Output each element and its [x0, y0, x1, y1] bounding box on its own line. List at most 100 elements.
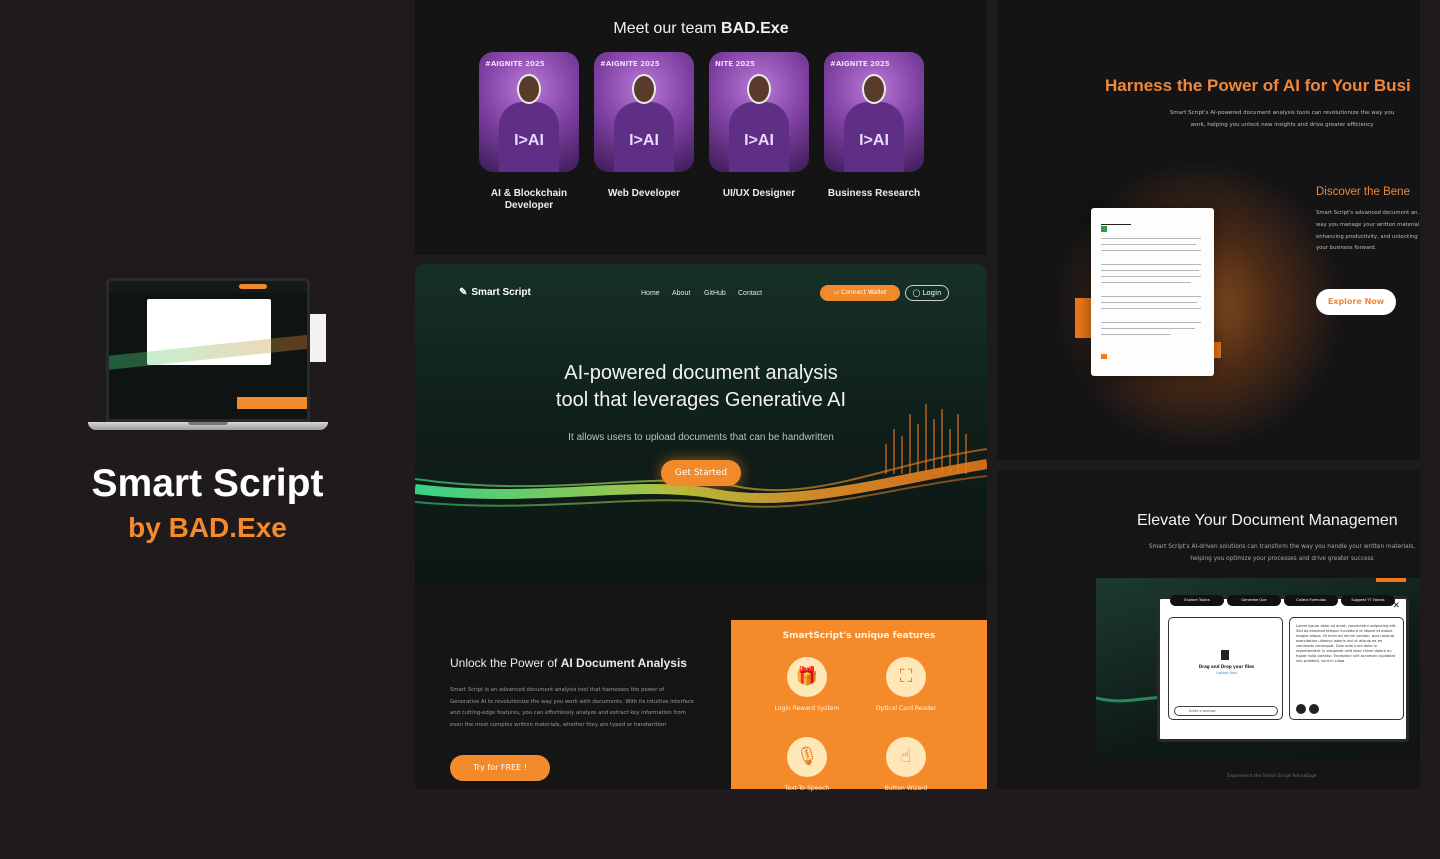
feature-label: Optical Card Reader: [875, 705, 937, 712]
team-member: #AIGNITE 2025 I>AI AI & Blockchain Devel…: [479, 52, 579, 212]
upload-dropzone[interactable]: Drag and Drop your files Upload files En…: [1168, 617, 1283, 720]
team-heading-prefix: Meet our team: [613, 20, 722, 37]
login-label: Login: [922, 289, 942, 297]
features-heading: SmartScript's unique features: [731, 631, 987, 641]
feature-item[interactable]: ⛶ Optical Card Reader: [856, 657, 956, 712]
member-role: AI & Blockchain Developer: [490, 188, 568, 211]
doc-line: [1101, 244, 1196, 245]
member-photo: #AIGNITE 2025 I>AI: [594, 52, 694, 172]
document-preview: [1091, 208, 1214, 376]
explore-now-button[interactable]: Explore Now: [1316, 289, 1396, 315]
pointer-icon: ☝: [886, 737, 926, 777]
doc-line: [1101, 238, 1201, 239]
unlock-paragraph: Smart Script is an advanced document ana…: [450, 687, 694, 728]
member-photo: #AIGNITE 2025 I>AI: [824, 52, 924, 172]
hoodie-text: I>AI: [744, 132, 774, 149]
wallet-icon: ▭: [833, 289, 842, 296]
member-role: Web Developer: [607, 188, 681, 199]
feature-label: Button Wizard: [884, 785, 928, 792]
doc-line: [1101, 308, 1201, 309]
result-text: Lorem ipsum dolor sit amet, consectetur …: [1296, 624, 1397, 663]
team-heading-bold: BAD.Exe: [721, 20, 789, 37]
photo-tag: #AIGNITE 2025: [830, 60, 890, 68]
harness-heading: Harness the Power of AI for Your Busi: [1105, 76, 1411, 95]
try-free-button[interactable]: Try for FREE !: [450, 755, 550, 781]
explore-topics-button[interactable]: Explore Topics: [1170, 595, 1224, 606]
scan-icon: ⛶: [886, 657, 926, 697]
doc-badge: [1101, 226, 1107, 232]
stop-icon[interactable]: [1309, 704, 1319, 714]
connect-wallet-button[interactable]: ▭ Connect Wallet: [820, 285, 900, 301]
discover-paragraph: Smart Script's advanced document an... w…: [1316, 210, 1420, 252]
play-icon[interactable]: [1296, 704, 1306, 714]
photo-tag: NITE 2025: [715, 60, 755, 68]
speech-icon: 🎙: [787, 737, 827, 777]
hoodie-text: I>AI: [859, 132, 889, 149]
doc-line: [1101, 334, 1171, 335]
get-started-button[interactable]: Get Started: [661, 460, 741, 486]
doc-line: [1101, 224, 1131, 225]
generate-questions-button[interactable]: Generate Que: [1227, 595, 1281, 606]
nav-link-github[interactable]: GitHub: [704, 290, 726, 297]
upload-link[interactable]: Upload files: [1169, 671, 1284, 675]
brand-byline: by BAD.Exe: [0, 512, 415, 544]
photo-head: [517, 74, 541, 104]
hoodie-text: I>AI: [514, 132, 544, 149]
member-photo: NITE 2025 I>AI: [709, 52, 809, 172]
member-role: UI/UX Designer: [722, 188, 796, 199]
site-logo-text: Smart Script: [471, 287, 531, 298]
doc-line: [1101, 264, 1201, 265]
feature-label: Text-To-Speech: [784, 785, 830, 792]
photo-head: [862, 74, 886, 104]
hero-navbar: ✎ Smart Script Home About GitHub Contact …: [415, 284, 987, 304]
laptop-screen: [106, 278, 310, 422]
hero-section: ✎ Smart Script Home About GitHub Contact …: [415, 264, 987, 582]
features-heading-rest: 's unique features: [843, 631, 936, 641]
doc-line: [1101, 302, 1197, 303]
discover-heading: Discover the Bene: [1316, 186, 1410, 198]
feature-item[interactable]: 🎁 Login Reward System: [757, 657, 857, 712]
elevate-paragraph: Smart Script's AI-driven solutions can t…: [1148, 544, 1416, 562]
elevate-footer: Experience the Smart Script Advantage: [1227, 774, 1317, 779]
login-button[interactable]: ◯ Login: [905, 285, 949, 301]
file-icon: [1221, 650, 1229, 660]
features-panel: SmartScript's unique features 🎁 Login Re…: [731, 620, 987, 792]
doc-line: [1101, 322, 1201, 323]
photo-head: [747, 74, 771, 104]
document-modal: ✕ Drag and Drop your files Upload files …: [1157, 596, 1409, 742]
doc-line: [1101, 276, 1201, 277]
team-heading: Meet our team BAD.Exe: [415, 20, 987, 38]
site-logo[interactable]: ✎ Smart Script: [459, 287, 531, 298]
suggest-videos-button[interactable]: Suggest YT Videos: [1341, 595, 1395, 606]
nav-link-contact[interactable]: Contact: [738, 290, 762, 297]
team-member: NITE 2025 I>AI UI/UX Designer: [709, 52, 809, 200]
collect-formulas-button[interactable]: Collect Formulas: [1284, 595, 1338, 606]
photo-tag: #AIGNITE 2025: [600, 60, 660, 68]
doc-line: [1101, 270, 1199, 271]
connect-wallet-label: Connect Wallet: [841, 289, 887, 296]
laptop-notch: [188, 422, 228, 425]
brand-title: Smart Script: [91, 462, 324, 505]
doc-line: [1101, 282, 1191, 283]
hoodie-text: I>AI: [629, 132, 659, 149]
photo-head: [632, 74, 656, 104]
doc-line: [1101, 296, 1201, 297]
feature-item[interactable]: 🎙 Text-To-Speech: [757, 737, 857, 792]
hero-subtitle: It allows users to upload documents that…: [568, 432, 834, 443]
elevate-section: Elevate Your Document Managemen Smart Sc…: [997, 470, 1420, 789]
unlock-heading-prefix: Unlock the Power of: [450, 656, 561, 670]
team-member: #AIGNITE 2025 I>AI Web Developer: [594, 52, 694, 200]
harness-paragraph: Smart Script's AI-powered document analy…: [1169, 110, 1395, 128]
unlock-heading: Unlock the Power of AI Document Analysis: [450, 656, 687, 670]
gift-icon: 🎁: [787, 657, 827, 697]
harness-section: Harness the Power of AI for Your Busi Sm…: [997, 0, 1420, 460]
feather-icon: ✎: [459, 287, 468, 298]
features-heading-bold: SmartScript: [782, 631, 844, 641]
nav-link-home[interactable]: Home: [641, 290, 660, 297]
feature-label: Login Reward System: [774, 705, 840, 712]
prompt-input[interactable]: Enter a prompt: [1174, 706, 1278, 716]
laptop-side-tab: [310, 314, 326, 362]
unlock-section: Unlock the Power of AI Document Analysis…: [415, 582, 987, 792]
feature-item[interactable]: ☝ Button Wizard: [856, 737, 956, 792]
nav-link-about[interactable]: About: [672, 290, 690, 297]
